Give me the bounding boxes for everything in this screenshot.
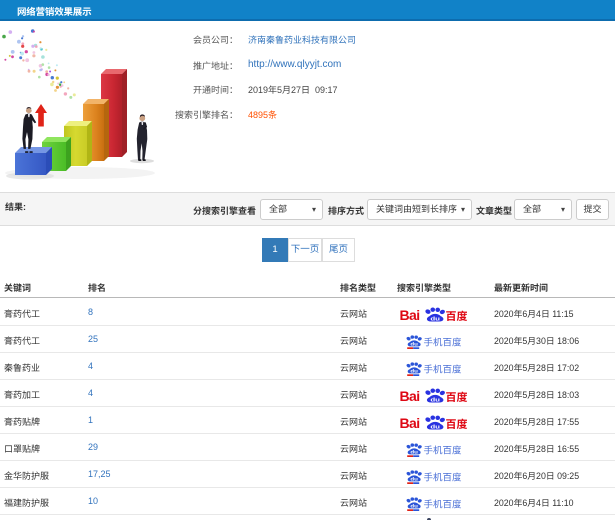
svg-text:du: du [410,504,418,509]
svg-text:du: du [410,369,418,374]
svg-text:手机百度: 手机百度 [424,334,463,348]
svg-text:du: du [410,477,418,482]
svg-text:du: du [430,316,440,322]
svg-text:手机百度: 手机百度 [424,361,463,375]
svg-text:du: du [410,342,418,347]
svg-text:手机百度: 手机百度 [424,469,463,483]
svg-text:百度: 百度 [446,416,468,430]
svg-text:Bai: Bai [400,388,420,403]
svg-text:du: du [430,424,440,430]
svg-text:du: du [410,450,418,455]
svg-text:Bai: Bai [400,307,420,322]
svg-text:手机百度: 手机百度 [424,496,463,510]
svg-text:Bai: Bai [400,415,420,430]
svg-text:百度: 百度 [446,389,468,403]
svg-text:du: du [430,397,440,403]
svg-text:百度: 百度 [446,308,468,322]
svg-text:手机百度: 手机百度 [424,442,463,456]
